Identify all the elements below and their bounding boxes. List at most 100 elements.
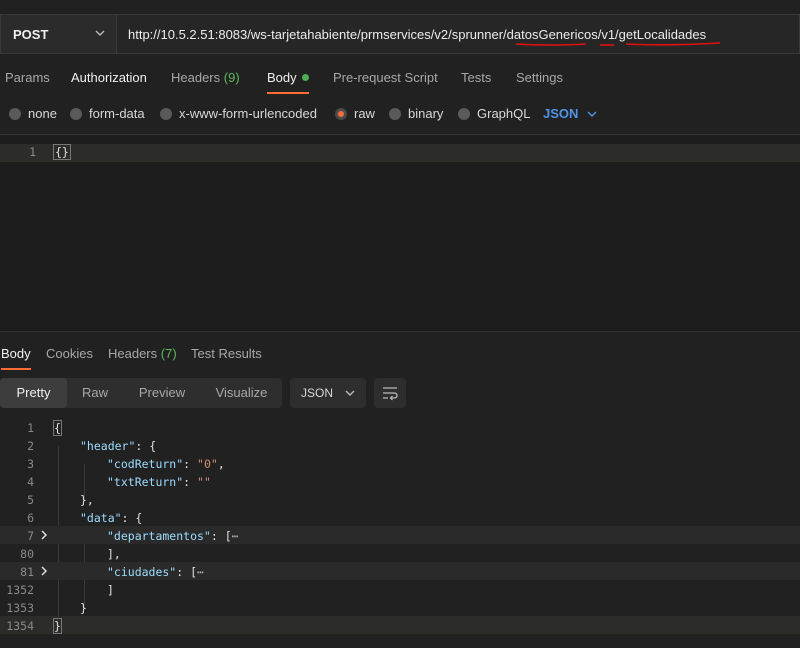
- tab-headers-label: Headers: [171, 70, 221, 85]
- collapsed-ellipsis[interactable]: ⋯: [197, 565, 204, 579]
- code-text: "departamentos": [⋯: [107, 529, 239, 543]
- active-tab-underline: [267, 92, 309, 94]
- tab-pre-request-script[interactable]: Pre-request Script: [333, 70, 438, 85]
- radio-circle-checked: [335, 107, 347, 120]
- code-line: 1353 }: [0, 598, 800, 616]
- code-line: 6 "data": {: [0, 508, 800, 526]
- wrap-lines-icon: [383, 387, 398, 401]
- code-line: 1 {: [0, 418, 800, 436]
- code-text: "data": {: [80, 511, 142, 525]
- tab-settings[interactable]: Settings: [516, 70, 563, 85]
- tab-cookies[interactable]: Cookies: [46, 346, 93, 361]
- radio-form-data[interactable]: form-data: [70, 106, 145, 121]
- response-tabs: Body Cookies Headers (7) Test Results: [0, 338, 800, 370]
- line-number: 4: [27, 475, 34, 489]
- line-number: 3: [27, 457, 34, 471]
- line-number: 1: [27, 421, 34, 435]
- chevron-right-icon[interactable]: [39, 565, 49, 577]
- code-line: 1352 ]: [0, 580, 800, 598]
- radio-label: none: [28, 106, 57, 121]
- json-key: "txtReturn": [107, 475, 184, 489]
- tab-headers-label: Headers: [108, 346, 158, 361]
- json-punct: : {: [135, 439, 157, 453]
- radio-graphql[interactable]: GraphQL: [458, 106, 530, 121]
- radio-circle: [458, 107, 470, 120]
- json-key: "departamentos": [107, 529, 211, 543]
- view-raw-button[interactable]: Raw: [67, 378, 123, 408]
- code-text: ]: [107, 583, 114, 597]
- tab-params[interactable]: Params: [5, 70, 50, 85]
- active-tab-underline: [1, 368, 31, 370]
- body-type-selector: none form-data x-www-form-urlencoded raw…: [0, 102, 800, 126]
- request-tabs: Params Authorization Headers (9) Body Pr…: [0, 62, 800, 94]
- response-body-viewer[interactable]: 1 { 2 "header": { 3 "codReturn": "0", 4 …: [0, 418, 800, 648]
- radio-circle: [389, 107, 401, 120]
- chevron-down-icon: [95, 30, 105, 36]
- line-number: 1353: [6, 601, 34, 615]
- request-body-editor[interactable]: 1 {}: [0, 134, 800, 332]
- radio-label: x-www-form-urlencoded: [179, 106, 317, 121]
- radio-binary[interactable]: binary: [389, 106, 443, 121]
- tab-authorization[interactable]: Authorization: [71, 70, 147, 85]
- radio-x-www-form-urlencoded[interactable]: x-www-form-urlencoded: [160, 106, 317, 121]
- chevron-down-icon: [345, 390, 355, 396]
- chevron-right-icon[interactable]: [39, 529, 49, 541]
- radio-raw[interactable]: raw: [335, 106, 375, 121]
- method-dropdown[interactable]: POST: [0, 14, 116, 54]
- tab-body[interactable]: Body: [267, 70, 309, 85]
- tab-headers[interactable]: Headers (9): [171, 70, 240, 85]
- radio-label: GraphQL: [477, 106, 531, 121]
- json-string: "0": [197, 457, 218, 471]
- tab-response-body[interactable]: Body: [1, 346, 31, 361]
- view-pretty-button[interactable]: Pretty: [0, 378, 67, 408]
- radio-label: binary: [408, 106, 444, 121]
- radio-none[interactable]: none: [9, 106, 57, 121]
- json-punct: : [: [210, 529, 232, 543]
- collapsed-ellipsis[interactable]: ⋯: [232, 529, 239, 543]
- radio-circle: [9, 107, 21, 120]
- code-line-current: 1354 }: [0, 616, 800, 634]
- red-underline-annotation: [515, 42, 721, 46]
- json-key: "codReturn": [107, 457, 184, 471]
- code-line: 3 "codReturn": "0",: [0, 454, 800, 472]
- code-text: "header": {: [80, 439, 156, 453]
- format-label: JSON: [301, 386, 334, 400]
- tab-tests[interactable]: Tests: [461, 70, 491, 85]
- radio-label: raw: [354, 106, 375, 121]
- radio-circle: [160, 107, 172, 120]
- line-number: 80: [20, 547, 34, 561]
- code-text: "ciudades": [⋯: [107, 565, 204, 579]
- response-format-dropdown[interactable]: JSON: [290, 378, 366, 408]
- line-number: 7: [27, 529, 34, 543]
- line-number: 81: [20, 565, 34, 579]
- request-body-code: {}: [53, 144, 71, 160]
- json-punct: : [: [176, 565, 198, 579]
- url-input[interactable]: http://10.5.2.51:8083/ws-tarjetahabiente…: [116, 14, 800, 54]
- json-key: "data": [80, 511, 122, 525]
- json-string: "": [197, 475, 211, 489]
- code-line: 4 "txtReturn": "": [0, 472, 800, 490]
- code-line: 5 },: [0, 490, 800, 508]
- code-line: 80 ],: [0, 544, 800, 562]
- tab-response-headers[interactable]: Headers (7): [108, 346, 177, 361]
- radio-circle: [70, 107, 82, 120]
- line-number: 1: [29, 145, 36, 159]
- line-number: 5: [27, 493, 34, 507]
- line-number: 2: [27, 439, 34, 453]
- radio-label: form-data: [89, 106, 145, 121]
- view-mode-group: Pretty Raw Preview Visualize: [0, 378, 282, 408]
- view-preview-button[interactable]: Preview: [123, 378, 201, 408]
- code-text: ],: [107, 547, 121, 561]
- tab-test-results[interactable]: Test Results: [191, 346, 262, 361]
- code-line-collapsed: 81 "ciudades": [⋯: [0, 562, 800, 580]
- code-line: 2 "header": {: [0, 436, 800, 454]
- code-text: {: [53, 420, 62, 436]
- tab-body-label: Body: [267, 70, 297, 85]
- view-visualize-button[interactable]: Visualize: [201, 378, 282, 408]
- language-label: JSON: [543, 106, 579, 121]
- code-text: },: [80, 493, 94, 507]
- wrap-lines-button[interactable]: [374, 378, 406, 408]
- language-dropdown[interactable]: JSON: [543, 106, 598, 121]
- line-number: 6: [27, 511, 34, 525]
- code-text: "txtReturn": "": [107, 475, 211, 489]
